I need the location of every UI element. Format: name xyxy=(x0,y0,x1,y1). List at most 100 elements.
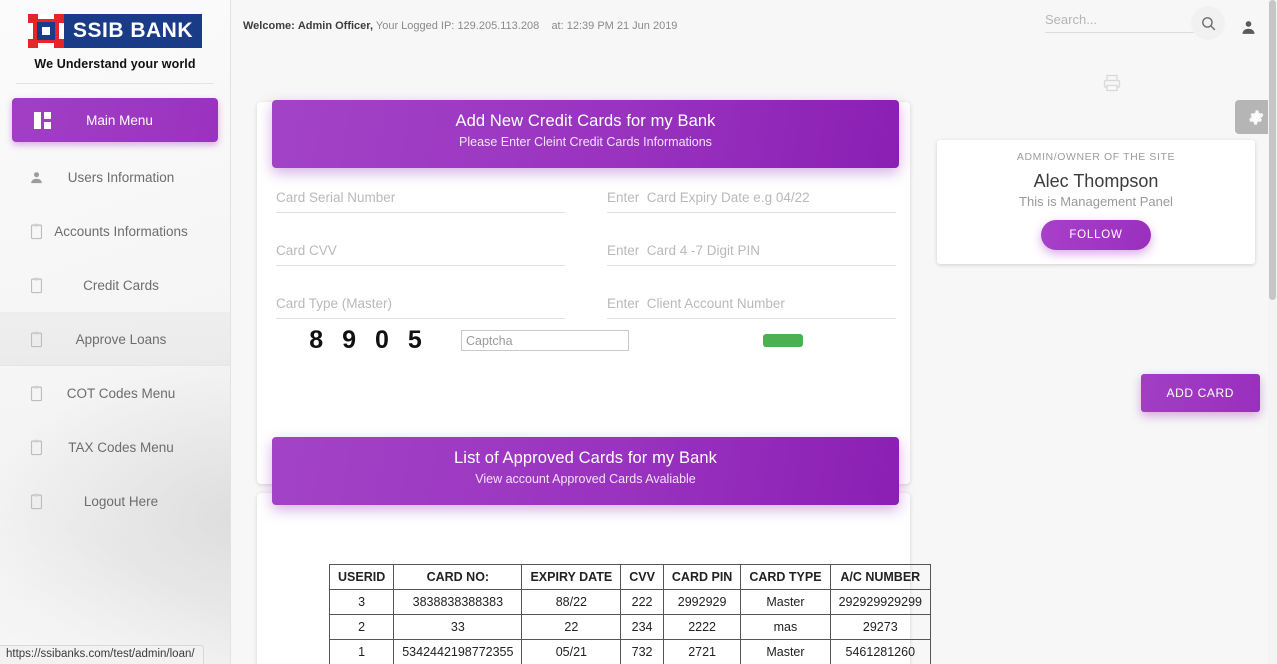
add-card-form xyxy=(276,186,896,345)
sidebar-item-cot-codes-menu[interactable]: COT Codes Menu xyxy=(0,366,230,420)
sidebar-item-label: TAX Codes Menu xyxy=(46,440,230,455)
sidebar-item-credit-cards[interactable]: Credit Cards xyxy=(0,258,230,312)
cell-card-type: Master xyxy=(741,590,830,615)
client-account-number-field xyxy=(607,292,896,319)
time-label: at: xyxy=(551,20,563,32)
table-row[interactable]: 3 3838838388383 88/22 222 2992929 Master… xyxy=(330,590,931,615)
captcha-code: 8 9 0 5 xyxy=(276,326,461,355)
sidebar-item-label: Users Information xyxy=(46,170,230,185)
clipboard-icon xyxy=(26,385,46,402)
main-menu-label: Main Menu xyxy=(51,113,188,128)
card-serial-number-input[interactable] xyxy=(276,186,565,213)
card-expiry-date-field xyxy=(607,186,896,213)
cell-card-no: 5342442198772355 xyxy=(394,640,522,664)
brand-name: SSIB BANK xyxy=(64,14,202,48)
sidebar-item-tax-codes-menu[interactable]: TAX Codes Menu xyxy=(0,420,230,474)
card-type-input[interactable] xyxy=(276,292,565,319)
add-card-header: Add New Credit Cards for my Bank Please … xyxy=(272,100,899,168)
topbar: Welcome: Admin Officer, Your Logged IP: … xyxy=(231,0,1277,48)
card-expiry-date-input[interactable] xyxy=(607,186,896,213)
sidebar-item-label: Credit Cards xyxy=(46,278,230,293)
cell-card-type: Master xyxy=(741,640,830,664)
card-cvv-input[interactable] xyxy=(276,239,565,266)
page-scrollbar[interactable] xyxy=(1268,0,1277,664)
cell-card-pin: 2222 xyxy=(663,615,740,640)
cell-expiry-date: 22 xyxy=(522,615,621,640)
sidebar-item-label: Logout Here xyxy=(46,494,230,509)
card-pin-input[interactable] xyxy=(607,239,896,266)
status-indicator-bar xyxy=(763,334,803,347)
column-header-card-type: CARD TYPE xyxy=(741,565,830,590)
cell-userid: 3 xyxy=(330,590,394,615)
cell-cvv: 234 xyxy=(621,615,664,640)
welcome-text: Welcome: Admin Officer, Your Logged IP: … xyxy=(243,20,677,32)
scrollbar-thumb xyxy=(1269,0,1276,300)
clipboard-icon xyxy=(26,439,46,456)
table-row[interactable]: 1 5342442198772355 05/21 732 2721 Master… xyxy=(330,640,931,664)
welcome-prefix: Welcome: xyxy=(243,20,295,32)
magnifier-icon xyxy=(1200,15,1217,32)
client-account-number-input[interactable] xyxy=(607,292,896,319)
cell-ac-number: 5461281260 xyxy=(830,640,930,664)
approved-cards-table: USERID CARD NO: EXPIRY DATE CVV CARD PIN… xyxy=(329,564,931,664)
sidebar-item-users-information[interactable]: Users Information xyxy=(0,150,230,204)
column-header-expiry-date: EXPIRY DATE xyxy=(522,565,621,590)
form-row xyxy=(276,292,896,319)
person-icon xyxy=(1240,19,1257,36)
admin-owner-card: ADMIN/OWNER OF THE SITE Alec Thompson Th… xyxy=(937,140,1255,264)
column-header-card-pin: CARD PIN xyxy=(663,565,740,590)
clipboard-icon xyxy=(26,277,46,294)
add-card-button[interactable]: ADD CARD xyxy=(1141,374,1260,412)
sidebar-nav: Users Information Accounts Informations … xyxy=(0,150,230,528)
cell-expiry-date: 05/21 xyxy=(522,640,621,664)
search-field-wrap xyxy=(1045,10,1213,33)
captcha-input[interactable] xyxy=(461,330,629,351)
time-value: 12:39 PM 21 Jun 2019 xyxy=(567,20,678,32)
form-row xyxy=(276,239,896,266)
card-cvv-field xyxy=(276,239,565,266)
search-input[interactable] xyxy=(1045,10,1213,33)
grid-icon xyxy=(34,112,51,129)
form-row xyxy=(276,186,896,213)
user-account-button[interactable] xyxy=(1231,10,1265,44)
approved-cards-subtitle: View account Approved Cards Avaliable xyxy=(272,472,899,486)
sidebar-item-approve-loans[interactable]: Approve Loans xyxy=(0,312,230,366)
cell-card-pin: 2721 xyxy=(663,640,740,664)
sidebar-item-label: COT Codes Menu xyxy=(46,386,230,401)
welcome-user: Admin Officer, xyxy=(298,20,373,32)
cell-card-no: 3838838388383 xyxy=(394,590,522,615)
ssib-logo-mark-icon xyxy=(28,14,64,48)
column-header-cvv: CVV xyxy=(621,565,664,590)
sidebar-item-logout-here[interactable]: Logout Here xyxy=(0,474,230,528)
card-serial-number-field xyxy=(276,186,565,213)
column-header-card-no: CARD NO: xyxy=(394,565,522,590)
table-row[interactable]: 2 33 22 234 2222 mas 29273 xyxy=(330,615,931,640)
cell-userid: 1 xyxy=(330,640,394,664)
column-header-userid: USERID xyxy=(330,565,394,590)
cell-userid: 2 xyxy=(330,615,394,640)
sidebar-item-label: Accounts Informations xyxy=(46,224,230,239)
ip-value: 129.205.113.208 xyxy=(457,20,539,32)
cell-ac-number: 29273 xyxy=(830,615,930,640)
approved-cards-header: List of Approved Cards for my Bank View … xyxy=(272,437,899,505)
approved-cards-title: List of Approved Cards for my Bank xyxy=(272,449,899,468)
clipboard-icon xyxy=(26,331,46,348)
follow-button[interactable]: FOLLOW xyxy=(1041,220,1150,250)
card-pin-field xyxy=(607,239,896,266)
approved-cards-panel: USERID CARD NO: EXPIRY DATE CVV CARD PIN… xyxy=(257,493,910,664)
sidebar-item-accounts-informations[interactable]: Accounts Informations xyxy=(0,204,230,258)
status-bar-url: https://ssibanks.com/test/admin/loan/ xyxy=(0,645,204,664)
cell-card-pin: 2992929 xyxy=(663,590,740,615)
clipboard-icon xyxy=(26,493,46,510)
cell-cvv: 222 xyxy=(621,590,664,615)
captcha-row: 8 9 0 5 xyxy=(276,326,896,355)
main-menu-button[interactable]: Main Menu xyxy=(12,98,218,142)
table-header-row: USERID CARD NO: EXPIRY DATE CVV CARD PIN… xyxy=(330,565,931,590)
brand-tagline: We Understand your world xyxy=(0,57,230,71)
app-window: SSIB BANK We Understand your world Main … xyxy=(0,0,1277,664)
admin-kicker: ADMIN/OWNER OF THE SITE xyxy=(937,151,1255,163)
approved-cards-table-wrap: USERID CARD NO: EXPIRY DATE CVV CARD PIN… xyxy=(329,564,931,664)
search-button[interactable] xyxy=(1191,6,1225,40)
clipboard-icon xyxy=(26,223,46,240)
brand-logo: SSIB BANK We Understand your world xyxy=(0,0,230,84)
